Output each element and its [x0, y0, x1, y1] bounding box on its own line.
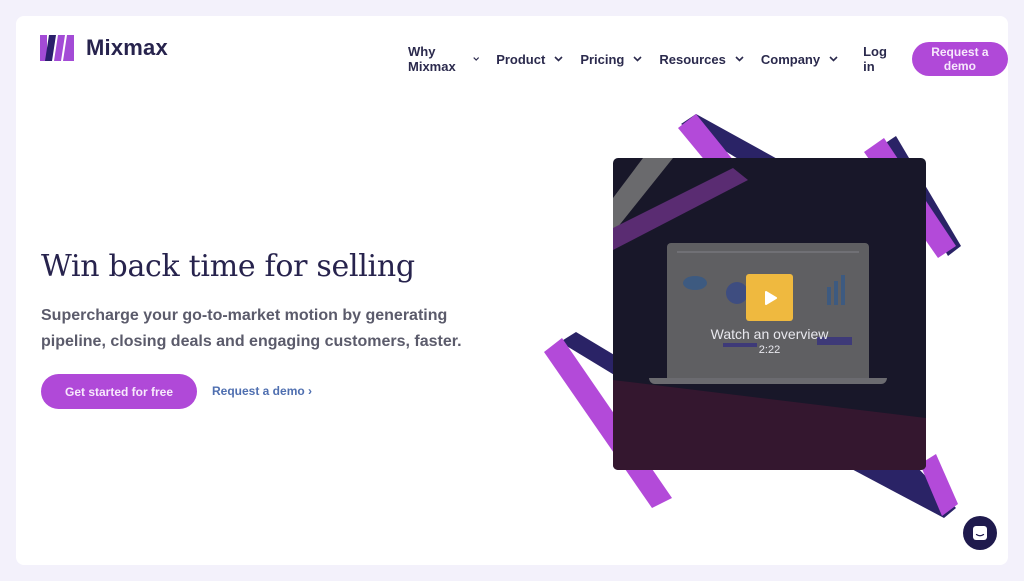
chat-button[interactable] — [963, 516, 997, 550]
nav-resources[interactable]: Resources — [659, 51, 744, 67]
request-demo-button[interactable]: Request a demo — [911, 42, 1008, 76]
get-started-button[interactable]: Get started for free — [41, 374, 197, 409]
video-label: Watch an overview — [710, 326, 829, 342]
nav-why-mixmax[interactable]: Why Mixmax — [408, 44, 479, 74]
mixmax-logo-icon — [40, 35, 74, 61]
nav-label: Resources — [659, 51, 726, 67]
laptop-base — [649, 378, 887, 384]
logo[interactable]: Mixmax — [40, 35, 168, 61]
play-button[interactable] — [746, 274, 793, 321]
hero-title: Win back time for selling — [41, 249, 415, 284]
nav-pricing[interactable]: Pricing — [580, 52, 642, 67]
video-duration: 2:22 — [758, 344, 781, 356]
nav-label: Why Mixmax — [408, 44, 456, 74]
login-link[interactable]: Log in — [863, 44, 892, 74]
nav-label: Product — [496, 51, 546, 67]
nav-label: Pricing — [580, 51, 625, 67]
chevron-down-icon — [633, 56, 642, 62]
chevron-down-icon — [473, 57, 479, 61]
main-nav: Why Mixmax Product Pricing Resources Com… — [408, 42, 1008, 76]
logo-text: Mixmax — [86, 35, 168, 60]
play-icon — [764, 290, 777, 305]
request-demo-link[interactable]: Request a demo › — [212, 384, 312, 398]
nav-label: Company — [760, 51, 821, 67]
hero-subtitle: Supercharge your go-to-market motion by … — [41, 307, 462, 350]
chevron-down-icon — [735, 56, 744, 62]
video-artwork: Watch an overview 2:22 — [536, 106, 976, 526]
nav-company[interactable]: Company — [761, 52, 838, 67]
chevron-down-icon — [554, 56, 563, 62]
page-card: Mixmax Why Mixmax Product Pricing Resour… — [16, 16, 1008, 565]
chat-icon — [973, 526, 987, 540]
nav-product[interactable]: Product — [496, 52, 563, 67]
video-player[interactable]: Watch an overview 2:22 — [613, 158, 926, 470]
chevron-down-icon — [829, 56, 838, 62]
